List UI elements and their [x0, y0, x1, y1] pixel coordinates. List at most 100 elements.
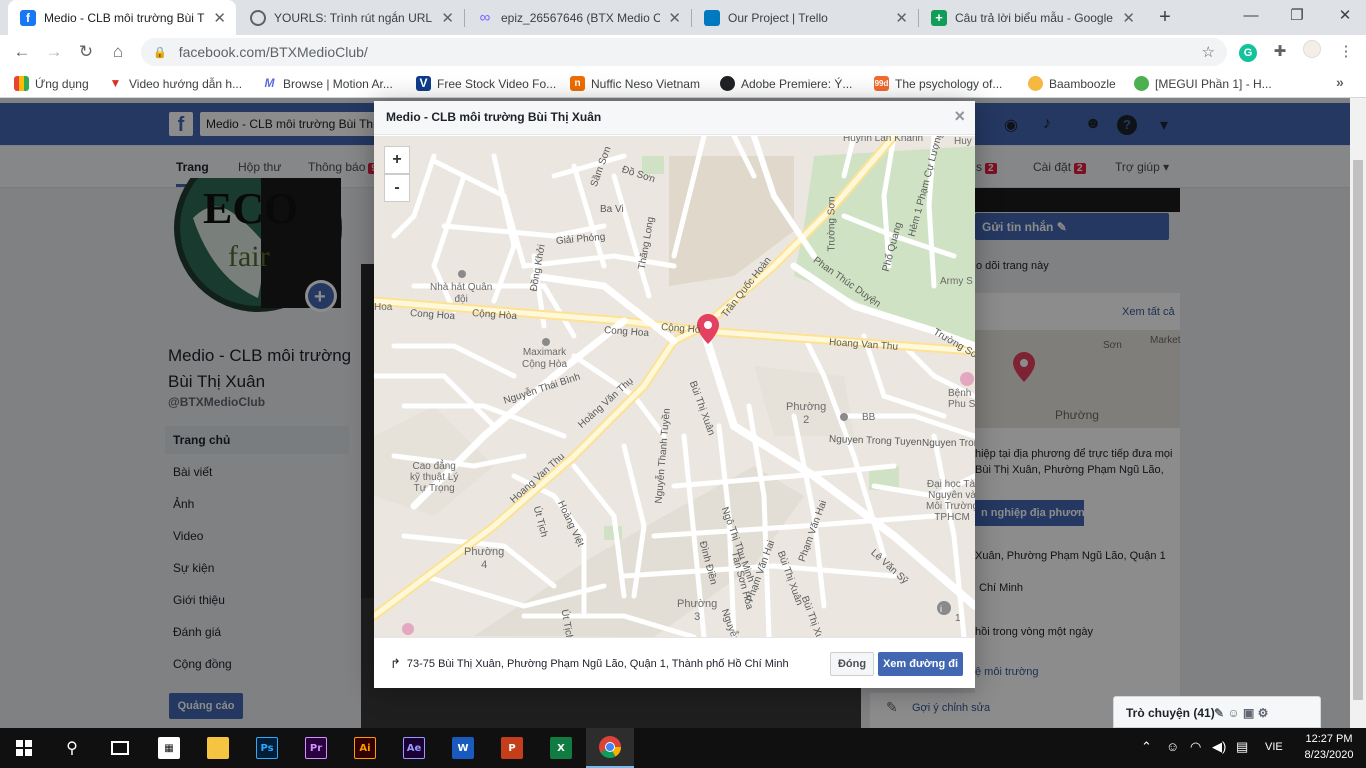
map-label: Nguyen Tror	[922, 438, 975, 449]
browser-tab[interactable]: YOURLS: Trình rút ngắn URL của ✕	[238, 0, 464, 35]
store-icon[interactable]: ▦	[145, 728, 193, 768]
close-tab-icon[interactable]: ✕	[668, 9, 681, 27]
dialog-close-icon[interactable]: ×	[954, 106, 965, 127]
bookmark-star-icon[interactable]: ☆	[1202, 43, 1215, 61]
get-directions-button[interactable]: Xem đường đi	[878, 652, 963, 676]
excel-icon[interactable]: X	[537, 728, 585, 768]
map-label: Ba Vi	[600, 204, 624, 215]
minimize-icon[interactable]: —	[1236, 4, 1266, 28]
premiere-icon[interactable]: Pr	[292, 728, 340, 768]
bookmark-label: Ứng dụng	[35, 76, 89, 91]
profile-icon[interactable]	[1300, 40, 1324, 64]
bookmark-item[interactable]: Baamboozle	[1028, 74, 1116, 93]
dialog-footer: ↱ 73-75 Bùi Thị Xuân, Phường Phạm Ngũ Lã…	[374, 637, 975, 688]
browser-tab[interactable]: + Câu trả lời biểu mẫu - Google ✕	[919, 0, 1145, 35]
close-tab-icon[interactable]: ✕	[1122, 9, 1135, 27]
window-close-icon[interactable]: ✕	[1330, 4, 1360, 28]
map-label: Maximark Cộng Hòa	[522, 347, 568, 370]
bookmark-label: [MEGUI Phần 1] - H...	[1155, 76, 1272, 91]
system-clock[interactable]: 12:27 PM 8/23/2020	[1298, 731, 1360, 763]
home-icon[interactable]: ⌂	[106, 40, 130, 64]
menu-icon[interactable]: ⋮	[1334, 40, 1358, 64]
close-tab-icon[interactable]: ✕	[895, 9, 908, 27]
tab-title: Our Project | Trello	[728, 10, 828, 25]
bookmark-item[interactable]: M Browse | Motion Ar...	[262, 74, 393, 93]
map-label: Phường 4	[464, 546, 505, 571]
map-label: Huy	[954, 136, 972, 147]
google-sheets-icon: +	[931, 9, 947, 26]
map-label: Huynh Lan Khanh	[843, 136, 924, 144]
close-tab-icon[interactable]: ✕	[441, 9, 454, 27]
facebook-icon: f	[20, 9, 36, 26]
dialog-title: Medio - CLB môi trường Bùi Thị Xuân	[386, 110, 602, 124]
bookmark-item[interactable]: [MEGUI Phần 1] - H...	[1134, 74, 1272, 93]
bookmark-label: Nuffic Neso Vietnam	[591, 76, 700, 91]
reload-icon[interactable]: ↻	[74, 40, 98, 64]
search-icon[interactable]: ⚲	[48, 728, 96, 768]
wifi-icon[interactable]: ◠	[1190, 739, 1201, 755]
people-icon[interactable]: ☺	[1166, 739, 1179, 754]
zoom-out-button[interactable]: -	[384, 174, 410, 202]
photoshop-icon[interactable]: Ps	[243, 728, 291, 768]
map-label: Army S	[940, 276, 973, 287]
chrome-icon[interactable]	[586, 728, 634, 768]
browser-tab[interactable]: Our Project | Trello ✕	[692, 0, 918, 35]
show-hidden-icons[interactable]: ⌃	[1141, 739, 1152, 755]
after-effects-icon[interactable]: Ae	[390, 728, 438, 768]
bookmark-item[interactable]: 99d The psychology of...	[874, 74, 1002, 93]
forward-icon[interactable]: →	[42, 40, 66, 64]
address-text: 73-75 Bùi Thị Xuân, Phường Phạm Ngũ Lão,…	[406, 658, 789, 670]
megui-icon	[1134, 76, 1149, 91]
scrollbar-thumb[interactable]	[1353, 160, 1363, 700]
address-bar[interactable]: 🔒 facebook.com/BTXMedioClub/ ☆	[141, 38, 1227, 66]
powerpoint-icon[interactable]: P	[488, 728, 536, 768]
tab-title: Medio - CLB môi trường Bùi Thị Xuân	[44, 10, 205, 25]
task-view-icon[interactable]	[96, 728, 144, 768]
close-button[interactable]: Đóng	[830, 652, 874, 676]
bookmark-item[interactable]: Adobe Premiere: Ý...	[720, 74, 852, 93]
map-label: Hoa	[374, 302, 393, 313]
map-label: 1	[955, 613, 961, 624]
more-bookmarks-icon[interactable]: »	[1336, 74, 1344, 90]
illustrator-icon[interactable]: Ai	[341, 728, 389, 768]
map-label: Cao đẳng kỹ thuật Lý Tự Trọng	[410, 461, 459, 494]
url-text: facebook.com/BTXMedioClub/	[178, 44, 368, 60]
map-label: Phường 2	[786, 401, 827, 426]
new-tab-button[interactable]: +	[1152, 4, 1178, 30]
grammarly-icon[interactable]: G	[1236, 40, 1260, 64]
extensions-icon[interactable]: ✚	[1268, 40, 1292, 64]
bookmark-label: Browse | Motion Ar...	[283, 76, 393, 91]
browser-toolbar: ← → ↻ ⌂ 🔒 facebook.com/BTXMedioClub/ ☆ G…	[0, 35, 1366, 69]
volume-icon[interactable]: ◀)	[1212, 739, 1226, 755]
motion-array-icon: M	[264, 76, 275, 90]
browser-tab[interactable]: f Medio - CLB môi trường Bùi Thị Xuân ✕	[8, 0, 236, 35]
bookmark-label: Video hướng dẫn h...	[129, 76, 243, 91]
page-scrollbar[interactable]	[1350, 98, 1366, 728]
language-indicator[interactable]: VIE	[1265, 741, 1283, 753]
start-icon[interactable]	[0, 728, 48, 768]
close-tab-icon[interactable]: ✕	[213, 9, 226, 27]
bookmark-item[interactable]: n Nuffic Neso Vietnam	[570, 74, 700, 93]
restore-icon[interactable]: ❐	[1282, 4, 1312, 28]
dialog-header: Medio - CLB môi trường Bùi Thị Xuân ×	[374, 101, 975, 135]
bookmark-item[interactable]: ▼ Video hướng dẫn h...	[108, 74, 243, 93]
baamboozle-icon	[1028, 76, 1043, 91]
tab-title: YOURLS: Trình rút ngắn URL của	[274, 10, 433, 25]
zoom-in-button[interactable]: +	[384, 146, 410, 174]
back-icon[interactable]: ←	[10, 40, 34, 64]
action-center-msg-icon[interactable]: ▤	[1236, 739, 1248, 755]
chat-sidebar-button[interactable]: Trò chuyện (41) ✎ ☺ ▣ ⚙	[1113, 696, 1321, 728]
globe-icon	[720, 76, 735, 91]
bookmark-item[interactable]: V Free Stock Video Fo...	[416, 74, 556, 93]
map-label: Đại học Tài Nguyên và Môi Trường TPHCM	[926, 479, 975, 523]
map-view[interactable]: i Huynh Lan Khanh Huy Đồ Sơn Sầm Sơn Ba …	[374, 136, 975, 637]
file-explorer-icon[interactable]	[194, 728, 242, 768]
bookmark-label: Adobe Premiere: Ý...	[741, 76, 853, 91]
bookmark-label: Free Stock Video Fo...	[437, 76, 557, 91]
word-icon[interactable]: W	[439, 728, 487, 768]
windows-taskbar: ⚲ ▦ Ps Pr Ai Ae W P X ⌃ ☺ ◠ ◀) ▤ VIE 12:…	[0, 728, 1366, 768]
bookmark-item[interactable]: Ứng dụng	[14, 74, 89, 93]
tab-title: Câu trả lời biểu mẫu - Google	[955, 10, 1113, 25]
bookmark-label: The psychology of...	[895, 76, 1003, 91]
browser-tab[interactable]: ∞ epiz_26567646 (BTX Medio Club ✕	[465, 0, 691, 35]
